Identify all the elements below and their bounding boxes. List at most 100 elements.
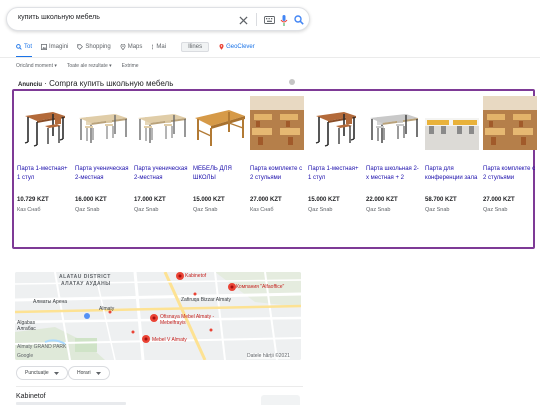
image-icon [41, 44, 47, 50]
product-card[interactable]: Парта ученическая 2-местная 17.000 KZT Qaz… [134, 96, 188, 242]
product-price: 27.000 KZT [250, 197, 282, 203]
map-credit: Datele hărții ©2021 [247, 353, 290, 359]
product-price: 15.000 KZT [308, 197, 340, 203]
search-filters: Oricând moment ▾ Toate ale rezultate ▾ E… [16, 63, 139, 69]
map-label-mebel[interactable]: Mebel V Almaty [152, 337, 187, 343]
product-store: Qaz Snab [366, 207, 391, 213]
product-card[interactable]: Парта 1-местная+ 1 стул 15.000 KZT Qaz Sna… [308, 96, 362, 242]
filter-extra[interactable]: Extrime [122, 63, 139, 69]
tab-more[interactable]: Mai [151, 41, 166, 53]
ads-title: Compra купить школьную мебель [49, 79, 174, 88]
product-title[interactable]: Парта 1-местная+ 1 стул [308, 165, 362, 191]
map-label-ofisnaya[interactable]: Ofisnaya Mebel Almaty - Mebelfrayis [160, 314, 218, 326]
product-card[interactable]: Парта комплекте с 2 стульями 27.000 KZT Qa… [483, 96, 537, 242]
tab-all[interactable]: Tot [16, 41, 33, 58]
product-card[interactable]: Парта комплекте с 2 стульями 27.000 KZT Ка… [250, 96, 304, 242]
map-marker[interactable] [176, 272, 184, 280]
search-input[interactable]: купить школьную мебель [18, 14, 100, 21]
product-price: 10.729 KZT [17, 197, 49, 203]
location-pin-icon [219, 44, 224, 50]
location-link[interactable]: GeoClever [219, 44, 255, 50]
map-label-bizzar[interactable]: Zafiruqa Bizzar Almaty [181, 297, 231, 303]
search-icon [16, 44, 22, 50]
product-price: 58.700 KZT [425, 197, 457, 203]
keyboard-icon[interactable] [262, 13, 276, 27]
product-store: Каз Снаб [17, 207, 41, 213]
product-card[interactable]: Парта ученическая 2-местная 16.000 KZT Qaz… [75, 96, 129, 242]
product-image[interactable] [17, 96, 71, 150]
product-store: Qaz Snab [193, 207, 218, 213]
chevron-down-icon [95, 371, 101, 375]
product-card[interactable]: Парта 1-местная+ 1 стул 10.729 KZT Каз Сна… [17, 96, 71, 242]
product-store: Qaz Snab [308, 207, 333, 213]
filter-results[interactable]: Toate ale rezultate ▾ [67, 63, 112, 69]
map-label-algabas: Algabas Алгабас [17, 320, 36, 332]
product-image[interactable] [483, 96, 537, 150]
product-price: 22.000 KZT [366, 197, 398, 203]
map-label-alfaoffice[interactable]: Компания "Alfaoffice" [236, 284, 284, 290]
tab-shopping[interactable]: Shopping [77, 41, 111, 53]
map-marker[interactable] [150, 314, 158, 322]
tab-maps[interactable]: Maps [120, 41, 142, 53]
local-map[interactable]: ALATAU DISTRICT АЛАТАУ АУДАНЫ Kabinetof … [15, 272, 301, 360]
tabs-divider [0, 57, 540, 58]
search-icon[interactable] [292, 13, 306, 27]
product-image[interactable] [75, 96, 129, 150]
product-title[interactable]: Парта комплекте с 2 стульями [250, 165, 304, 191]
product-image[interactable] [250, 96, 304, 150]
product-image[interactable] [425, 96, 479, 150]
product-store: Qaz Snab [75, 207, 100, 213]
product-store: Qaz Snab [425, 207, 450, 213]
product-card[interactable]: Парта школьная 2-х местная + 2 22.000 KZT… [366, 96, 420, 242]
chevron-down-icon [53, 371, 59, 375]
local-result-thumbnail[interactable] [261, 395, 300, 405]
map-district-local: АЛАТАУ АУДАНЫ [61, 281, 111, 287]
product-title[interactable]: Парта 1-местная+ 1 стул [17, 165, 71, 191]
local-result-title[interactable]: Kabinetof [16, 393, 46, 400]
product-card[interactable]: МЕБЕЛЬ ДЛЯ ШКОЛЫ 15.000 KZT Qaz Snab [193, 96, 247, 242]
ads-heading: Anunciu · Compra купить школьную мебель [18, 79, 174, 88]
product-price: 17.000 KZT [134, 197, 166, 203]
map-label-almaty: Almaty [99, 306, 115, 312]
filter-time[interactable]: Oricând moment ▾ [16, 63, 57, 69]
product-store: Qaz Snab [483, 207, 508, 213]
microphone-icon[interactable] [277, 13, 291, 27]
product-store: Qaz Snab [134, 207, 159, 213]
product-title[interactable]: Парта школьная 2-х местная + 2 [366, 165, 420, 191]
product-card[interactable]: Парта для конференции зала 58.700 KZT Qaz … [425, 96, 479, 242]
shopping-ads-carousel: Парта 1-местная+ 1 стул 10.729 KZT Каз Сна… [12, 89, 537, 249]
more-icon [152, 44, 154, 50]
map-pin-icon [120, 44, 126, 50]
map-district-en: ALATAU DISTRICT [59, 274, 111, 280]
search-tabs: Tot Imagini Shopping Maps Mai Ilines Geo… [16, 41, 255, 58]
product-title[interactable]: Парта комплекте с 2 стульями [483, 165, 537, 191]
rating-filter[interactable]: Punctuație [16, 366, 68, 380]
product-title[interactable]: Парта для конференции зала [425, 165, 479, 191]
tag-icon [77, 44, 84, 50]
clear-icon[interactable] [236, 13, 250, 27]
product-store: Каз Снаб [250, 207, 274, 213]
google-logo: Google [17, 353, 34, 359]
tab-images[interactable]: Imagini [41, 41, 68, 53]
map-label-kabinetof[interactable]: Kabinetof [185, 273, 206, 279]
product-title[interactable]: МЕБЕЛЬ ДЛЯ ШКОЛЫ [193, 165, 247, 191]
product-price: 16.000 KZT [75, 197, 107, 203]
product-image[interactable] [134, 96, 188, 150]
product-title[interactable]: Парта ученическая 2-местная [75, 165, 129, 191]
product-title[interactable]: Парта ученическая 2-местная [134, 165, 188, 191]
product-image[interactable] [366, 96, 420, 150]
search-divider [256, 13, 257, 26]
product-image[interactable] [193, 96, 247, 150]
map-marker[interactable] [228, 283, 236, 291]
search-bar[interactable]: купить школьную мебель [6, 7, 310, 31]
product-image[interactable] [308, 96, 362, 150]
map-label-grand-park: Almaty GRAND PARK [17, 344, 67, 350]
map-label-arena: Алматы Арена [33, 299, 68, 305]
ad-badge: Anunciu [18, 82, 42, 88]
product-price: 27.000 KZT [483, 197, 515, 203]
tools-button[interactable]: Ilines [181, 42, 210, 52]
results-divider [16, 386, 303, 387]
info-icon[interactable] [289, 79, 295, 85]
hours-filter[interactable]: Horari [68, 366, 110, 380]
map-marker[interactable] [142, 335, 150, 343]
